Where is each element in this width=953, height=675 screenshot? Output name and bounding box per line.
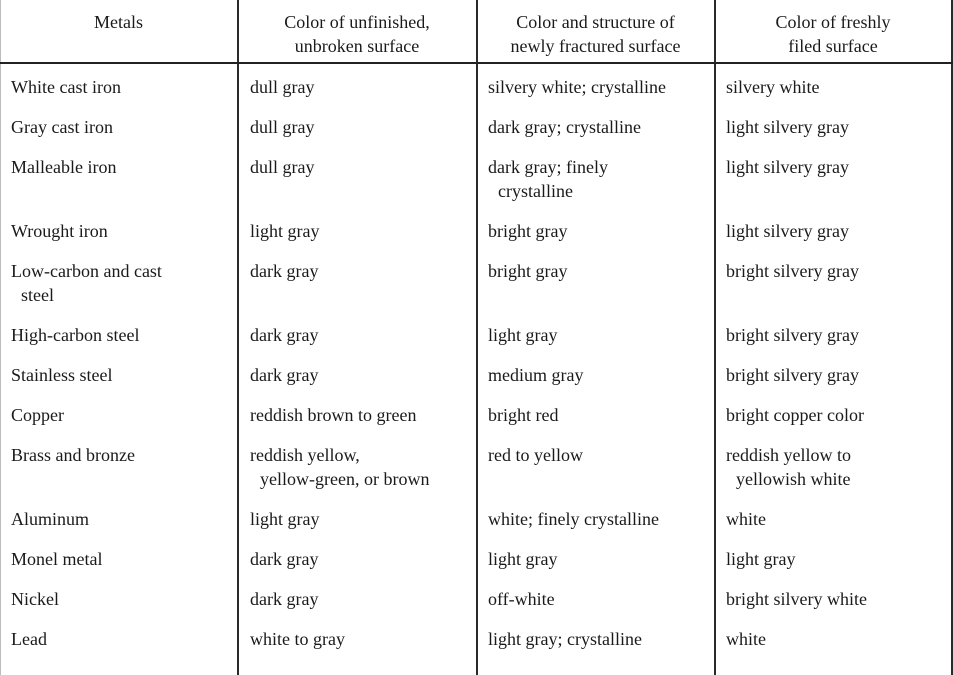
cell-filed-color: light silvery gray	[726, 157, 849, 177]
cell-filed-color: light silvery gray	[726, 117, 849, 137]
cell-fractured-color: light gray	[488, 325, 558, 345]
table-row: Gray cast iron dull gray dark gray; crysta…	[0, 104, 953, 144]
cell-unfinished-color: reddish brown to green	[250, 405, 417, 425]
cell-unfinished-color: dark gray	[250, 589, 319, 609]
cell-unfinished-color: reddish yellow, yellow-green, or brown	[250, 445, 430, 489]
cell-filed-color: light gray	[726, 549, 796, 569]
table-row: Lead white to gray light gray; crystalline…	[0, 616, 953, 656]
cell-metal: High-carbon steel	[11, 325, 140, 345]
cell-metal: White cast iron	[11, 77, 121, 97]
table-body: White cast iron dull gray silvery white; c…	[0, 64, 953, 656]
cell-unfinished-color: light gray	[250, 221, 320, 241]
table-row: Low-carbon and cast steel dark gray bright …	[0, 248, 953, 312]
metal-identification-table: Metals Color of unfinished, unbroken sur…	[0, 0, 953, 675]
cell-metal: Low-carbon and cast steel	[11, 261, 162, 305]
cell-metal: Brass and bronze	[11, 445, 135, 465]
cell-filed-color: light silvery gray	[726, 221, 849, 241]
cell-unfinished-color: light gray	[250, 509, 320, 529]
table-row: Wrought iron light gray bright gray light s…	[0, 208, 953, 248]
cell-filed-color: silvery white	[726, 77, 820, 97]
cell-filed-color: bright silvery gray	[726, 325, 859, 345]
cell-filed-color: bright silvery white	[726, 589, 867, 609]
table-row: Aluminum light gray white; finely crystall…	[0, 496, 953, 536]
cell-filed-color: bright silvery gray	[726, 365, 859, 385]
cell-metal: Stainless steel	[11, 365, 113, 385]
table-row: White cast iron dull gray silvery white; c…	[0, 64, 953, 104]
cell-metal: Lead	[11, 629, 47, 649]
cell-fractured-color: light gray; crystalline	[488, 629, 642, 649]
cell-fractured-color: red to yellow	[488, 445, 583, 465]
cell-unfinished-color: dark gray	[250, 261, 319, 281]
cell-metal: Copper	[11, 405, 64, 425]
cell-metal: Gray cast iron	[11, 117, 113, 137]
cell-fractured-color: silvery white; crystalline	[488, 77, 666, 97]
table-row: Brass and bronze reddish yellow, yellow-gr…	[0, 432, 953, 496]
cell-filed-color: reddish yellow to yellowish white	[726, 445, 851, 489]
cell-fractured-color: bright gray	[488, 221, 568, 241]
header-unfinished-surface: Color of unfinished, unbroken surface	[284, 12, 430, 56]
cell-unfinished-color: dark gray	[250, 325, 319, 345]
cell-metal: Wrought iron	[11, 221, 108, 241]
table-row: Nickel dark gray off-white bright silvery w…	[0, 576, 953, 616]
cell-filed-color: white	[726, 509, 766, 529]
cell-metal: Aluminum	[11, 509, 90, 529]
cell-fractured-color: medium gray	[488, 365, 584, 385]
cell-unfinished-color: white to gray	[250, 629, 345, 649]
cell-fractured-color: white; finely crystalline	[488, 509, 659, 529]
cell-unfinished-color: dark gray	[250, 365, 319, 385]
header-filed-surface: Color of freshly filed surface	[775, 12, 891, 56]
cell-metal: Nickel	[11, 589, 59, 609]
header-metals: Metals	[94, 12, 143, 32]
cell-metal: Malleable iron	[11, 157, 117, 177]
table-row: Monel metal dark gray light gray light gray	[0, 536, 953, 576]
table-header: Metals Color of unfinished, unbroken sur…	[0, 0, 953, 62]
cell-fractured-color: dark gray; finely crystalline	[488, 157, 608, 201]
cell-fractured-color: off-white	[488, 589, 555, 609]
cell-filed-color: white	[726, 629, 766, 649]
cell-fractured-color: bright red	[488, 405, 559, 425]
table-row: Copper reddish brown to green bright red br…	[0, 392, 953, 432]
cell-fractured-color: dark gray; crystalline	[488, 117, 641, 137]
table-row: Malleable iron dull gray dark gray; finely…	[0, 144, 953, 208]
cell-unfinished-color: dull gray	[250, 77, 315, 97]
cell-filed-color: bright copper color	[726, 405, 864, 425]
cell-filed-color: bright silvery gray	[726, 261, 859, 281]
table-row: High-carbon steel dark gray light gray brig…	[0, 312, 953, 352]
cell-metal: Monel metal	[11, 549, 103, 569]
cell-fractured-color: light gray	[488, 549, 558, 569]
cell-unfinished-color: dark gray	[250, 549, 319, 569]
cell-unfinished-color: dull gray	[250, 117, 315, 137]
cell-fractured-color: bright gray	[488, 261, 568, 281]
cell-unfinished-color: dull gray	[250, 157, 315, 177]
table-row: Stainless steel dark gray medium gray brigh…	[0, 352, 953, 392]
header-fractured-surface: Color and structure of newly fractured s…	[510, 12, 681, 56]
